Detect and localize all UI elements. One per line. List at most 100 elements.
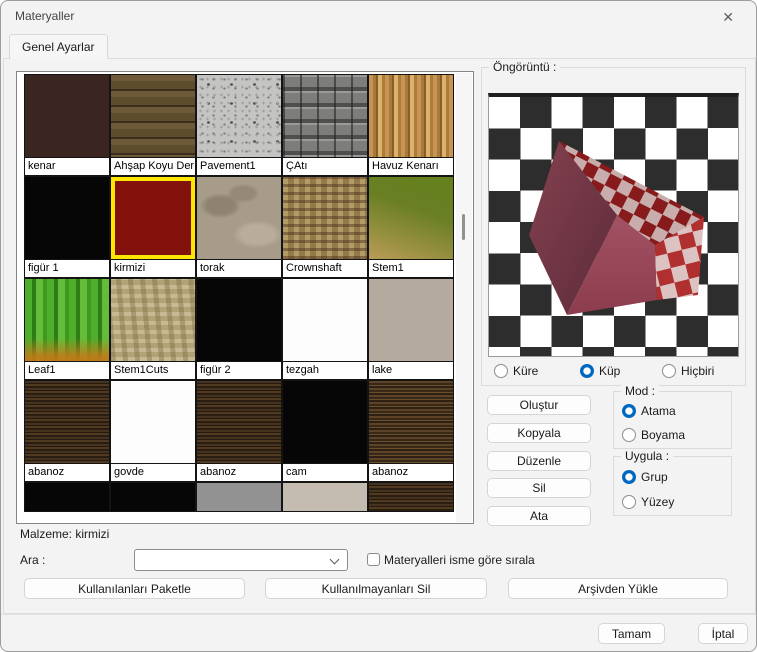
material-cell[interactable]: govde [110,380,196,482]
material-cell[interactable]: kenar [24,74,110,176]
material-cell[interactable]: figür 2 [196,278,282,380]
material-thumbnail[interactable] [24,74,110,158]
material-cell[interactable]: Leaf1 [24,278,110,380]
footer-separator [1,614,757,615]
material-thumbnail[interactable] [368,380,454,464]
material-thumbnail[interactable] [24,482,110,512]
material-cell[interactable]: Stem1 [368,176,454,278]
material-cell-partial[interactable] [368,482,454,512]
radio-boyama[interactable]: Boyama [622,428,685,442]
material-cell-partial[interactable] [24,482,110,512]
material-name: figür 1 [24,260,110,278]
radio-icon [580,364,594,378]
titlebar: Materyaller ✕ [1,1,756,31]
radio-kure[interactable]: Küre [494,364,538,378]
material-thumbnail[interactable] [110,278,196,362]
material-thumbnail[interactable] [196,482,282,512]
material-thumbnail[interactable] [196,74,282,158]
mode-group-label: Mod : [621,384,659,398]
material-cell[interactable]: abanoz [24,380,110,482]
material-cell[interactable]: kirmizi [110,176,196,278]
material-grid: kenarAhşap Koyu DerPavement1ÇAtıHavuz Ke… [24,74,455,512]
search-label: Ara : [20,553,45,567]
material-thumbnail[interactable] [110,74,196,158]
preview-shape-options: Küre Küp Hiçbiri [490,364,738,382]
material-thumbnail[interactable] [368,278,454,362]
radio-icon [622,404,636,418]
cancel-button[interactable]: İptal [698,623,748,644]
load-from-archive-button[interactable]: Arşivden Yükle [508,578,728,599]
material-name: govde [110,464,196,482]
close-icon[interactable]: ✕ [716,7,740,28]
material-name: lake [368,362,454,380]
assign-button[interactable]: Ata [487,506,591,526]
material-name: ÇAtı [282,158,368,176]
material-thumbnail[interactable] [196,380,282,464]
material-thumbnail[interactable] [368,176,454,260]
material-cell[interactable]: tezgah [282,278,368,380]
search-combobox[interactable] [134,549,348,571]
material-thumbnail[interactable] [282,380,368,464]
material-thumbnail[interactable] [368,482,454,512]
material-cell[interactable]: Pavement1 [196,74,282,176]
scrollbar-track[interactable] [456,73,472,522]
material-thumbnail[interactable] [110,380,196,464]
ok-button[interactable]: Tamam [598,623,665,644]
material-thumbnail[interactable] [24,176,110,260]
material-cell[interactable]: ÇAtı [282,74,368,176]
material-thumbnail[interactable] [196,176,282,260]
material-thumbnail[interactable] [282,278,368,362]
material-name: tezgah [282,362,368,380]
scrollbar-thumb[interactable] [462,214,465,240]
material-thumbnail[interactable] [282,176,368,260]
material-cell-partial[interactable] [196,482,282,512]
material-name: abanoz [368,464,454,482]
copy-button[interactable]: Kopyala [487,423,591,443]
pack-used-button[interactable]: Kullanılanları Paketle [24,578,245,599]
radio-yuzey[interactable]: Yüzey [622,495,674,509]
radio-label: Yüzey [641,495,674,509]
material-cell-partial[interactable] [110,482,196,512]
material-thumbnail[interactable] [282,74,368,158]
radio-icon [622,428,636,442]
material-thumbnail[interactable] [110,176,196,260]
material-thumbnail[interactable] [24,380,110,464]
radio-icon [662,364,676,378]
radio-grup[interactable]: Grup [622,470,668,484]
material-cell[interactable]: cam [282,380,368,482]
material-cell[interactable]: Ahşap Koyu Der [110,74,196,176]
edit-button[interactable]: Düzenle [487,451,591,471]
material-cell[interactable]: Crownshaft [282,176,368,278]
material-name: Ahşap Koyu Der [110,158,196,176]
material-cell-partial[interactable] [282,482,368,512]
material-thumbnail[interactable] [282,482,368,512]
material-cell[interactable]: abanoz [368,380,454,482]
material-thumbnail[interactable] [110,482,196,512]
sort-by-name-checkbox[interactable] [367,553,380,566]
material-cell[interactable]: Havuz Kenarı [368,74,454,176]
radio-atama[interactable]: Atama [622,404,676,418]
material-cell[interactable]: lake [368,278,454,380]
radio-icon [494,364,508,378]
delete-unused-button[interactable]: Kullanılmayanları Sil [265,578,487,599]
material-cell[interactable]: figür 1 [24,176,110,278]
sort-by-name-label: Materyalleri isme göre sırala [384,553,535,567]
material-name: kenar [24,158,110,176]
material-thumbnail[interactable] [368,74,454,158]
create-button[interactable]: Oluştur [487,395,591,415]
material-cell[interactable]: torak [196,176,282,278]
delete-button[interactable]: Sil [487,478,591,498]
materials-dialog: Materyaller ✕ Genel Ayarlar kenarAhşap K… [0,0,757,652]
material-cell[interactable]: Stem1Cuts [110,278,196,380]
material-cell[interactable]: abanoz [196,380,282,482]
material-name: Havuz Kenarı [368,158,454,176]
radio-hicbiri[interactable]: Hiçbiri [662,364,714,378]
tab-genel-ayarlar[interactable]: Genel Ayarlar [9,34,108,59]
radio-kup[interactable]: Küp [580,364,620,378]
material-thumbnail[interactable] [24,278,110,362]
preview-cube [489,97,738,356]
material-list: kenarAhşap Koyu DerPavement1ÇAtıHavuz Ke… [16,71,474,524]
radio-label: Grup [641,470,668,484]
material-thumbnail[interactable] [196,278,282,362]
radio-label: Küre [513,364,538,378]
